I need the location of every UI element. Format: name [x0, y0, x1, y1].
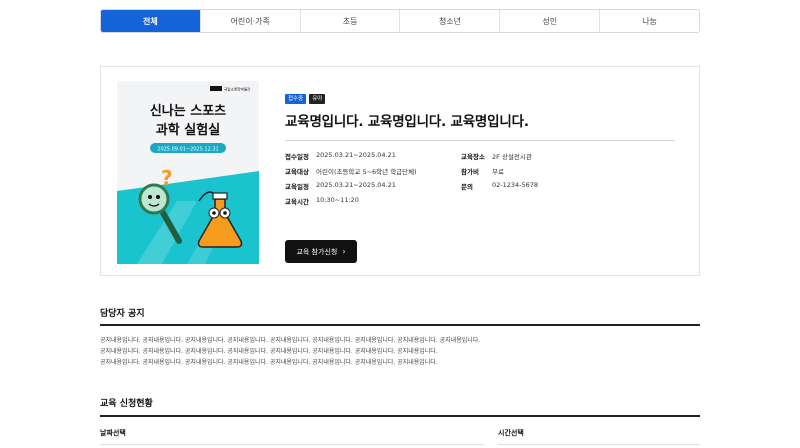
tab-youth[interactable]: 청소년: [400, 10, 501, 32]
time-select-label: 시간선택: [498, 429, 524, 437]
notice-line: 공지내용입니다. 공지내용입니다. 공지내용입니다. 공지내용입니다. 공지내용…: [100, 337, 481, 344]
poster-headline-1: 신나는 스포츠: [150, 103, 226, 119]
poster-date-range: 2025.09.01~2025.12.31: [157, 146, 218, 152]
tab-elementary[interactable]: 초등: [301, 10, 401, 32]
detail-row: 접수일정 2025.03.21~2025.04.21: [285, 151, 396, 161]
detail-row: 교육시간 10:30~11:20: [285, 196, 359, 206]
status-title: 교육 신청현황: [100, 399, 153, 409]
time-select-divider: [498, 444, 700, 445]
notice-line: 공지내용입니다. 공지내용입니다. 공지내용입니다. 공지내용입니다. 공지내용…: [100, 348, 438, 355]
badge-group: 접수중 유아: [285, 94, 675, 104]
info-divider: [285, 140, 675, 141]
tab-all[interactable]: 전체: [101, 10, 201, 32]
poster-logo-text: 국립소록학박물관: [224, 87, 251, 92]
detail-row: 교육장소 2F 상설전시관: [461, 153, 532, 161]
notice-divider: [100, 324, 700, 326]
tab-adult[interactable]: 성인: [500, 10, 601, 32]
notice-body: 공지내용입니다. 공지내용입니다. 공지내용입니다. 공지내용입니다. 공지내용…: [100, 335, 700, 368]
program-card: 국립소록학박물관 신나는 스포츠 과학 실험실 2025.09.01~2025.…: [100, 66, 700, 276]
status-badge: 접수중: [285, 94, 307, 104]
program-info: 접수중 유아 교육명입니다. 교육명입니다. 교육명입니다. 접수일정 2025…: [285, 94, 675, 215]
date-select-label: 날짜선택: [100, 429, 126, 437]
date-select-divider: [100, 444, 485, 445]
detail-row: 문의 02-1234-5678: [461, 181, 539, 191]
museum-logo: 국립소록학박물관: [210, 86, 251, 92]
notice-title: 담당자 공지: [100, 309, 145, 319]
audience-badge: 유아: [309, 94, 326, 104]
poster-headline-2: 과학 실험실: [156, 122, 220, 138]
chevron-right-icon: ›: [342, 247, 346, 256]
detail-row: 참가비 무료: [461, 168, 504, 176]
detail-row: 교육대상 어린이(초등학교 5~6학년 학급단체): [285, 168, 417, 176]
category-tabs: 전체 어린이·가족 초등 청소년 성인 나눔: [100, 9, 700, 33]
tab-sharing[interactable]: 나눔: [600, 10, 699, 32]
program-details: 접수일정 2025.03.21~2025.04.21 교육대상 어린이(초등학교…: [285, 151, 675, 215]
notice-line: 공지내용입니다. 공지내용입니다. 공지내용입니다. 공지내용입니다. 공지내용…: [100, 359, 438, 366]
program-poster: 국립소록학박물관 신나는 스포츠 과학 실험실 2025.09.01~2025.…: [117, 81, 259, 264]
status-divider: [100, 415, 700, 417]
tab-kids-family[interactable]: 어린이·가족: [201, 10, 301, 32]
program-title: 교육명입니다. 교육명입니다. 교육명입니다.: [285, 114, 529, 130]
detail-row: 교육일정 2025.03.21~2025.04.21: [285, 181, 396, 191]
apply-button[interactable]: 교육 참가신청 ›: [285, 240, 357, 263]
apply-button-label: 교육 참가신청: [296, 247, 338, 256]
